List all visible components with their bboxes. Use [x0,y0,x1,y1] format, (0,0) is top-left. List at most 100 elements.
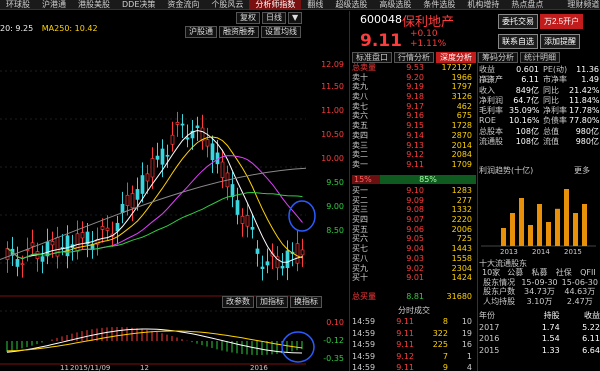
nav-item[interactable]: 个股风云 [205,0,249,9]
fin-key: PE(动) [543,65,568,74]
candle-body [135,189,140,200]
profit-bar [519,198,524,246]
fin-value: 10.16% [509,116,540,126]
fin-key: 市净率 [543,75,567,85]
add-alert-button[interactable]: 添加提醒 [540,34,580,49]
more-link[interactable]: 更多 [574,165,590,176]
book-price: 9.16 [406,111,424,121]
nav-item[interactable]: DDE决策 [116,0,161,9]
chart-tool-button[interactable]: 融资融券 [219,26,259,38]
book-label: 卖七 [352,101,368,111]
candle-body [145,173,150,182]
candle-body [65,235,70,257]
fin-row: 收益(三) 0.601 PE(动) 11.36 [479,65,600,84]
candle-body [260,266,265,270]
tab[interactable]: 标准盘口 [352,52,392,63]
book-label: 买二 [352,195,368,205]
period-button[interactable]: ▼ [288,12,303,24]
chart-toolbar: 沪股通 融资融券 设置均线 [185,26,301,38]
chart-tool-button[interactable]: 设置均线 [261,26,301,38]
profit-bar [501,228,506,246]
nav-item[interactable]: 港股美股 [72,0,116,9]
nav-item[interactable]: 超级选股 [329,0,373,9]
trades-title: 分时成交 [398,306,430,315]
book-row: 总卖量 9.53 172127 [352,63,476,73]
holders-table: 10家 公募 私募 社保 QFII 股东情况 15-09-30 15-06-30 股东户数 34.… [479,268,600,307]
book-row: 总买量 8.81 31680 [352,292,476,302]
book-row: 买五 9.06 2006 [352,225,476,235]
nav-item[interactable]: 资金流向 [161,0,205,9]
period-button[interactable]: 复权 [236,12,260,24]
dividend-row: 2016 1.54 6.11 [479,333,600,345]
candle-body [130,193,135,209]
kline-chart[interactable] [0,11,348,371]
fin-row: 总股本 108亿 总值 980亿 [479,127,600,137]
nav-item[interactable]: 分析师指数 [249,0,302,9]
indicator-button[interactable]: 换指标 [290,296,322,308]
price-tick: 11.50 [321,82,344,91]
price-tick: 11.00 [321,106,344,115]
nav-item[interactable]: 翻线 [301,0,329,9]
profit-trend-title: 利润趋势(十亿) [479,166,534,175]
tab[interactable]: 统计明细 [520,52,560,63]
indicator-button[interactable]: 加指标 [256,296,288,308]
nav-item[interactable]: 热点盘点 [505,0,549,9]
book-price: 8.81 [406,292,424,301]
order-book-bids: 买一 9.10 1283 买二 9.09 277 买三 9.08 1332 买四 9.07 2220 买… [352,186,476,283]
financial-summary: 收益(三) 0.601 PE(动) 11.36 净资产 6.11 市净率 1.49 收入 849亿… [479,65,600,147]
candle-body [265,261,270,266]
candle-body [240,215,245,224]
trade-price: 9.11 [396,317,414,326]
indicator-button[interactable]: 改参数 [222,296,254,308]
contact-watchlist-button[interactable]: 联系自选 [498,34,538,49]
fin-row: 净资产 6.11 市净率 1.49 [479,75,600,85]
nav-item[interactable]: 高级选股 [373,0,417,9]
tab[interactable]: 筹码分析 [478,52,518,63]
price-axis: 12.09 11.50 11.00 10.50 10.00 9.50 9.00 8.50 [306,60,348,300]
nav-item[interactable]: 条件选股 [417,0,461,9]
fin-row: 流通股 108亿 流值 980亿 [479,137,600,147]
nav-item[interactable] [549,0,561,9]
candle-body [20,263,25,266]
open-account-button[interactable]: 万2.5开户 [540,14,584,29]
book-price: 9.17 [406,101,424,111]
book-price: 9.10 [406,186,424,195]
macd-axis: 0.10 -0.12 -0.35 [306,318,348,368]
candle-body [75,233,80,252]
ma-readout: 20: 9.25 MA250: 10.42 [0,24,104,33]
book-volume: 2014 [451,140,472,150]
nav-item[interactable]: 环球股 [0,0,36,9]
chart-tool-button[interactable]: 沪股通 [185,26,217,38]
book-label: 买五 [352,224,368,234]
top-nav: 环球股 沪港通 港股美股 DDE决策 资金流向 个股风云 分析师指数 翻线 超级选股 高级选股 条件… [0,0,600,10]
order-book-total-bid: 总买量 8.81 31680 [352,292,476,302]
year-label: 2015 [564,248,582,256]
fin-value: 21.42% [569,85,600,95]
dividend-cell: 1.54 [541,334,560,343]
book-volume: 725 [456,234,472,244]
book-price: 9.01 [406,273,424,283]
book-volume: 2870 [451,130,472,140]
entrust-trade-button[interactable]: 委托交易 [498,14,538,29]
book-price: 9.06 [406,224,424,234]
book-label: 卖一 [352,159,368,169]
fin-key: 流通股 [479,137,503,147]
year-label: 2014 [532,248,550,256]
nav-item[interactable]: 机构增持 [461,0,505,9]
book-row: 卖八 9.18 3126 [352,92,476,102]
stock-price: 9.11 [360,31,402,51]
book-row: 卖四 9.14 2870 [352,131,476,141]
price-tick: 10.00 [321,154,344,163]
fin-value: 77.80% [569,116,600,126]
nav-item[interactable]: 理财频道 [561,0,600,9]
period-button[interactable]: 日线 [262,12,286,24]
tab[interactable]: 深度分析 [436,52,476,63]
stock-name[interactable]: 保利地产 [402,11,454,30]
nav-item[interactable]: 沪港通 [36,0,72,9]
fin-value: 11.36 [576,65,599,74]
candle-body [285,250,290,269]
holders-cell: 股东户数 [483,287,516,297]
tab[interactable]: 行情分析 [394,52,434,63]
trade-volume: 7 [442,351,448,361]
fin-key: 净利率 [543,106,567,116]
